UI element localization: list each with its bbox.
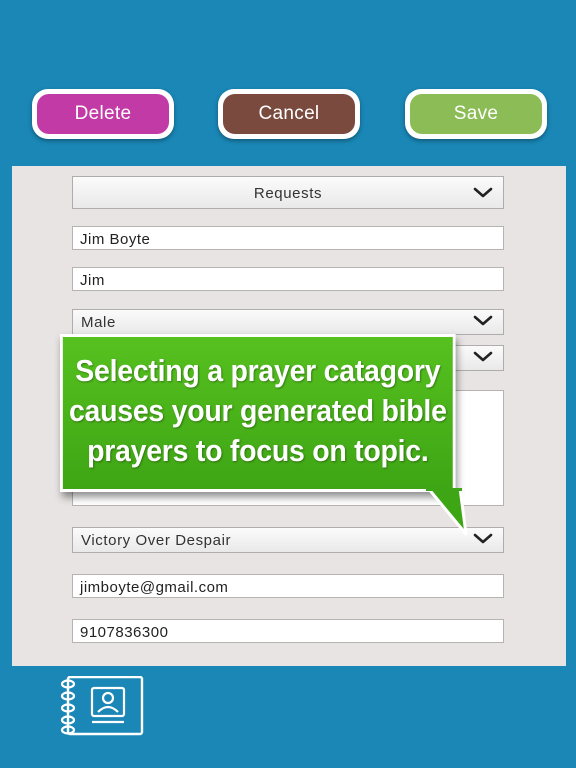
delete-button[interactable]: Delete [37,94,169,134]
chevron-down-icon [473,187,493,198]
request-type-select[interactable]: Requests [72,176,504,209]
gender-value: Male [81,314,116,331]
delete-button-frame: Delete [32,89,174,139]
tooltip-callout: Selecting a prayer catagory causes your … [60,334,456,492]
save-button[interactable]: Save [410,94,542,134]
chevron-down-icon [473,351,493,362]
prayer-category-value: Victory Over Despair [81,532,232,549]
phone-field[interactable]: 9107836300 [72,619,504,643]
callout-line-1: Selecting a prayer catagory [75,353,441,388]
gender-select[interactable]: Male [72,309,504,335]
address-book-icon[interactable] [58,676,144,736]
callout-line-3: prayers to focus on topic. [87,433,429,468]
chevron-down-icon [473,533,493,544]
chevron-down-icon [473,315,493,326]
cancel-button-frame: Cancel [218,89,360,139]
request-type-value: Requests [253,185,323,202]
email-field[interactable]: jimboyte@gmail.com [72,574,504,598]
callout-line-2: causes your generated bible [68,393,447,428]
callout-pointer [426,488,468,536]
save-button-frame: Save [405,89,547,139]
cancel-button[interactable]: Cancel [223,94,355,134]
full-name-field[interactable]: Jim Boyte [72,226,504,250]
nickname-field[interactable]: Jim [72,267,504,291]
